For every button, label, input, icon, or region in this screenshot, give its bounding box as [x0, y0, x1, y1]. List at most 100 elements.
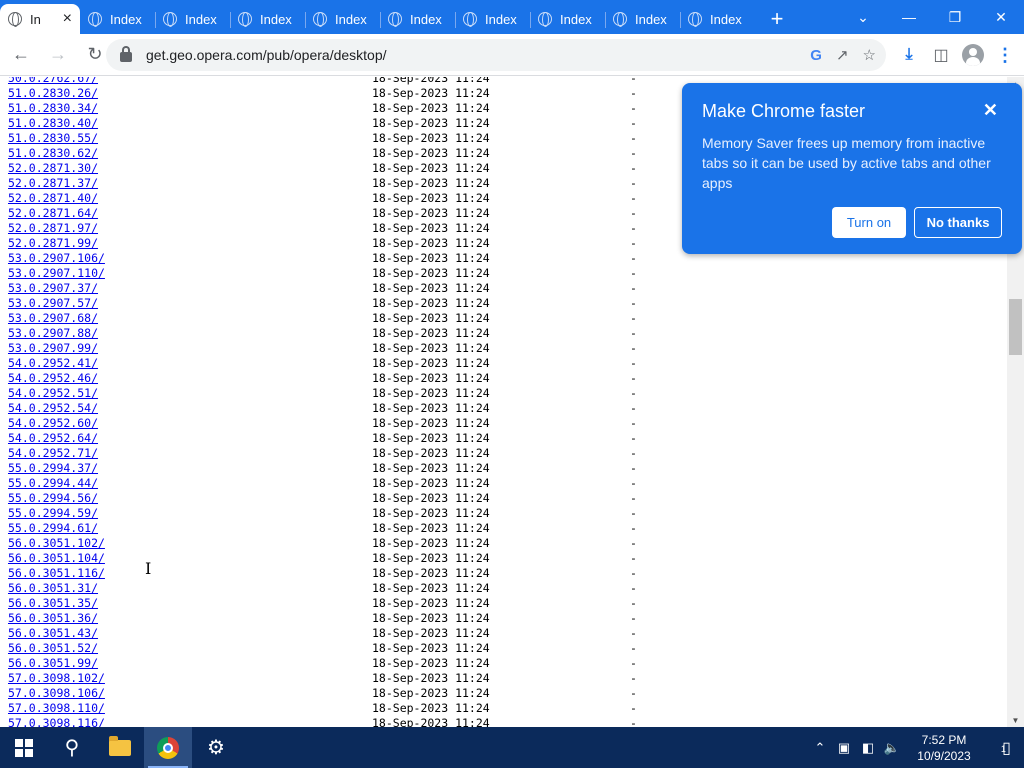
no-thanks-button[interactable]: No thanks: [914, 207, 1002, 238]
directory-link[interactable]: 54.0.2952.60/: [8, 416, 98, 431]
directory-link[interactable]: 54.0.2952.51/: [8, 386, 98, 401]
turn-on-button[interactable]: Turn on: [832, 207, 906, 238]
directory-link[interactable]: 52.0.2871.64/: [8, 206, 98, 221]
file-size: -: [630, 341, 637, 355]
directory-link[interactable]: 56.0.3051.35/: [8, 596, 98, 611]
network-icon[interactable]: ◧: [856, 740, 880, 756]
directory-link[interactable]: 54.0.2952.46/: [8, 371, 98, 386]
modified-date: 18-Sep-2023 11:24: [372, 521, 490, 535]
kebab-menu-icon[interactable]: ⋮: [994, 44, 1016, 66]
tab-6[interactable]: Index: [455, 4, 530, 34]
file-explorer-icon[interactable]: [96, 727, 144, 768]
file-size: -: [630, 146, 637, 160]
directory-link[interactable]: 57.0.3098.116/: [8, 716, 105, 727]
file-size: -: [630, 716, 637, 727]
directory-link[interactable]: 52.0.2871.97/: [8, 221, 98, 236]
modified-date: 18-Sep-2023 11:24: [372, 701, 490, 715]
url-text[interactable]: get.geo.opera.com/pub/opera/desktop/: [146, 47, 387, 63]
directory-link[interactable]: 55.0.2994.61/: [8, 521, 98, 536]
directory-link[interactable]: 53.0.2907.57/: [8, 296, 98, 311]
notification-icon[interactable]: ▯ 1: [984, 738, 1024, 758]
directory-link[interactable]: 52.0.2871.99/: [8, 236, 98, 251]
directory-link[interactable]: 53.0.2907.68/: [8, 311, 98, 326]
tab-1[interactable]: Index: [80, 4, 155, 34]
google-lens-icon[interactable]: G: [810, 47, 822, 64]
tab-7[interactable]: Index: [530, 4, 605, 34]
lock-icon[interactable]: [120, 46, 132, 62]
directory-link[interactable]: 53.0.2907.37/: [8, 281, 98, 296]
tab-8[interactable]: Index: [605, 4, 680, 34]
directory-link[interactable]: 55.0.2994.59/: [8, 506, 98, 521]
directory-link[interactable]: 50.0.2762.67/: [8, 77, 98, 86]
clock[interactable]: 7:52 PM 10/9/2023: [904, 732, 984, 764]
restore-icon[interactable]: ❐: [932, 0, 978, 34]
directory-link[interactable]: 52.0.2871.30/: [8, 161, 98, 176]
side-panel-icon[interactable]: ◫: [930, 44, 952, 66]
directory-link[interactable]: 56.0.3051.31/: [8, 581, 98, 596]
scroll-down-arrow-icon[interactable]: ▼: [1007, 713, 1024, 727]
tab-close-icon[interactable]: ×: [63, 10, 72, 28]
directory-link[interactable]: 56.0.3051.52/: [8, 641, 98, 656]
tab-5[interactable]: Index: [380, 4, 455, 34]
download-icon[interactable]: ⤓: [898, 44, 920, 66]
directory-link[interactable]: 56.0.3051.36/: [8, 611, 98, 626]
battery-icon[interactable]: ▣: [832, 740, 856, 756]
scrollbar-thumb[interactable]: [1009, 299, 1022, 355]
directory-link[interactable]: 56.0.3051.102/: [8, 536, 105, 551]
new-tab-button[interactable]: +: [759, 4, 795, 34]
directory-link[interactable]: 53.0.2907.110/: [8, 266, 105, 281]
popup-close-icon[interactable]: ✕: [983, 100, 998, 121]
directory-link[interactable]: 56.0.3051.116/: [8, 566, 105, 581]
directory-link[interactable]: 52.0.2871.37/: [8, 176, 98, 191]
directory-link[interactable]: 53.0.2907.99/: [8, 341, 98, 356]
settings-gear-icon[interactable]: ⚙: [192, 727, 240, 768]
directory-link[interactable]: 51.0.2830.62/: [8, 146, 98, 161]
directory-link[interactable]: 55.0.2994.44/: [8, 476, 98, 491]
modified-date: 18-Sep-2023 11:24: [372, 221, 490, 235]
tab-9[interactable]: Index: [680, 4, 755, 34]
profile-avatar-icon[interactable]: [962, 44, 984, 66]
directory-link[interactable]: 56.0.3051.99/: [8, 656, 98, 671]
tab-3[interactable]: Index: [230, 4, 305, 34]
clock-time: 7:52 PM: [921, 732, 967, 747]
clock-date: 10/9/2023: [917, 748, 971, 763]
directory-link[interactable]: 55.0.2994.56/: [8, 491, 98, 506]
modified-date: 18-Sep-2023 11:24: [372, 281, 490, 295]
directory-link[interactable]: 51.0.2830.40/: [8, 116, 98, 131]
back-arrow-icon[interactable]: ←: [5, 39, 37, 71]
directory-link[interactable]: 55.0.2994.37/: [8, 461, 98, 476]
directory-link[interactable]: 57.0.3098.110/: [8, 701, 105, 716]
directory-link[interactable]: 51.0.2830.26/: [8, 86, 98, 101]
text-cursor-icon: I: [145, 559, 152, 578]
tab-4[interactable]: Index: [305, 4, 380, 34]
directory-link[interactable]: 57.0.3098.102/: [8, 671, 105, 686]
directory-link[interactable]: 53.0.2907.88/: [8, 326, 98, 341]
directory-link[interactable]: 54.0.2952.64/: [8, 431, 98, 446]
directory-link[interactable]: 56.0.3051.43/: [8, 626, 98, 641]
forward-arrow-icon[interactable]: →: [42, 39, 74, 71]
address-bar[interactable]: get.geo.opera.com/pub/opera/desktop/ G ↗…: [106, 39, 886, 71]
directory-link[interactable]: 53.0.2907.106/: [8, 251, 105, 266]
chrome-taskbar-icon[interactable]: [144, 727, 192, 768]
directory-link[interactable]: 51.0.2830.55/: [8, 131, 98, 146]
file-size: -: [630, 191, 637, 205]
modified-date: 18-Sep-2023 11:24: [372, 161, 490, 175]
directory-link[interactable]: 54.0.2952.54/: [8, 401, 98, 416]
directory-link[interactable]: 54.0.2952.41/: [8, 356, 98, 371]
directory-link[interactable]: 54.0.2952.71/: [8, 446, 98, 461]
bookmark-star-icon[interactable]: ☆: [863, 46, 876, 64]
tab-2[interactable]: Index: [155, 4, 230, 34]
minimize-icon[interactable]: —: [886, 0, 932, 34]
directory-link[interactable]: 57.0.3098.106/: [8, 686, 105, 701]
directory-link[interactable]: 52.0.2871.40/: [8, 191, 98, 206]
search-icon[interactable]: ⚲: [48, 727, 96, 768]
volume-muted-icon[interactable]: 🔈: [880, 740, 904, 756]
share-icon[interactable]: ↗: [836, 46, 849, 64]
directory-link[interactable]: 51.0.2830.34/: [8, 101, 98, 116]
tab-0[interactable]: In ×: [0, 4, 80, 34]
start-button[interactable]: [0, 727, 48, 768]
chevron-up-icon[interactable]: ⌃: [808, 740, 832, 756]
close-window-icon[interactable]: ✕: [978, 0, 1024, 34]
directory-link[interactable]: 56.0.3051.104/: [8, 551, 105, 566]
tab-search-icon[interactable]: ⌄: [840, 0, 886, 34]
